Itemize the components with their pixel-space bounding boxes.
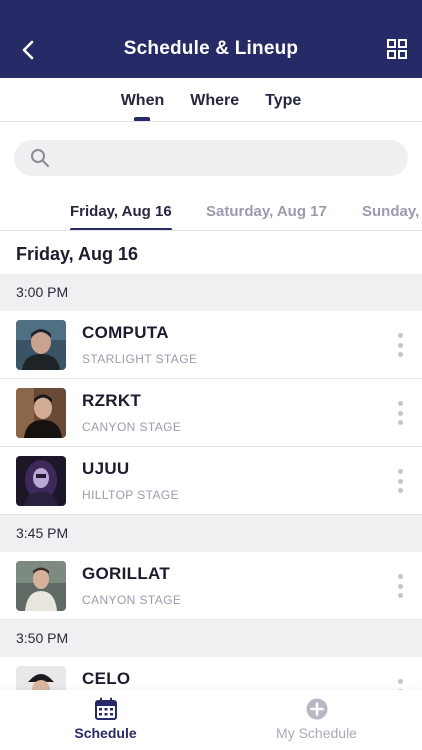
- more-dots-icon: [397, 401, 403, 406]
- more-options-button[interactable]: [392, 331, 408, 359]
- time-slot-header: 3:45 PM: [0, 515, 422, 552]
- more-options-button[interactable]: [392, 572, 408, 600]
- more-dots-icon: [397, 469, 403, 474]
- more-options-button[interactable]: [392, 467, 408, 495]
- artist-name: GORILLAT: [82, 564, 171, 583]
- date-tab-saturday[interactable]: Saturday, Aug 17: [206, 190, 327, 230]
- nav-my-schedule[interactable]: My Schedule: [211, 690, 422, 750]
- calendar-icon: [94, 697, 117, 720]
- tab-where[interactable]: Where: [190, 78, 239, 121]
- more-dots-icon: [397, 679, 403, 684]
- stage-name: HILLTOP STAGE: [82, 488, 180, 502]
- time-slot-header: 3:50 PM: [0, 620, 422, 657]
- artist-photo: [16, 456, 66, 506]
- artist-photo: [16, 388, 66, 438]
- page-title: Schedule & Lineup: [123, 38, 299, 59]
- artist-photo: [16, 561, 66, 611]
- plus-circle-icon: [306, 698, 327, 720]
- artist-row[interactable]: CELO: [0, 657, 422, 690]
- artist-photo: [16, 666, 66, 690]
- search-input[interactable]: [60, 140, 390, 176]
- search-icon: [31, 149, 50, 168]
- date-tabs: Friday, Aug 16 Saturday, Aug 17 Sunday, …: [0, 190, 422, 231]
- stage-name: CANYON STAGE: [82, 420, 182, 434]
- grid-icon: [387, 39, 407, 59]
- artist-row[interactable]: UJUU HILLTOP STAGE: [0, 447, 422, 515]
- nav-label: My Schedule: [276, 725, 357, 741]
- more-options-button[interactable]: [392, 677, 408, 690]
- artist-photo: [16, 320, 66, 370]
- artist-name: UJUU: [82, 459, 130, 478]
- artist-row[interactable]: GORILLAT CANYON STAGE: [0, 552, 422, 620]
- artist-name: RZRKT: [82, 391, 142, 410]
- more-options-button[interactable]: [392, 399, 408, 427]
- tab-type[interactable]: Type: [265, 78, 301, 121]
- search-bar: [14, 140, 408, 176]
- artist-name: CELO: [82, 669, 131, 688]
- date-tab-sunday[interactable]: Sunday, Aug 18: [362, 190, 422, 230]
- artist-row[interactable]: RZRKT CANYON STAGE: [0, 379, 422, 447]
- nav-schedule[interactable]: Schedule: [0, 690, 211, 750]
- day-heading: Friday, Aug 16: [16, 244, 139, 264]
- schedule-list[interactable]: Friday, Aug 16 3:00 PM COMPUTA STARLIGHT…: [0, 232, 422, 690]
- more-dots-icon: [397, 333, 403, 338]
- time-slot-header: 3:00 PM: [0, 274, 422, 311]
- filter-tabs: When Where Type: [0, 78, 422, 122]
- tab-when[interactable]: When: [121, 78, 164, 121]
- artist-row[interactable]: COMPUTA STARLIGHT STAGE: [0, 311, 422, 379]
- date-tab-friday[interactable]: Friday, Aug 16: [70, 190, 172, 230]
- nav-label: Schedule: [74, 725, 137, 741]
- bottom-nav: Schedule My Schedule: [0, 690, 422, 750]
- grid-view-button[interactable]: [386, 38, 408, 60]
- stage-name: STARLIGHT STAGE: [82, 352, 198, 366]
- app-header: Schedule & Lineup: [0, 0, 422, 78]
- more-dots-icon: [397, 574, 403, 579]
- stage-name: CANYON STAGE: [82, 593, 182, 607]
- artist-name: COMPUTA: [82, 323, 169, 342]
